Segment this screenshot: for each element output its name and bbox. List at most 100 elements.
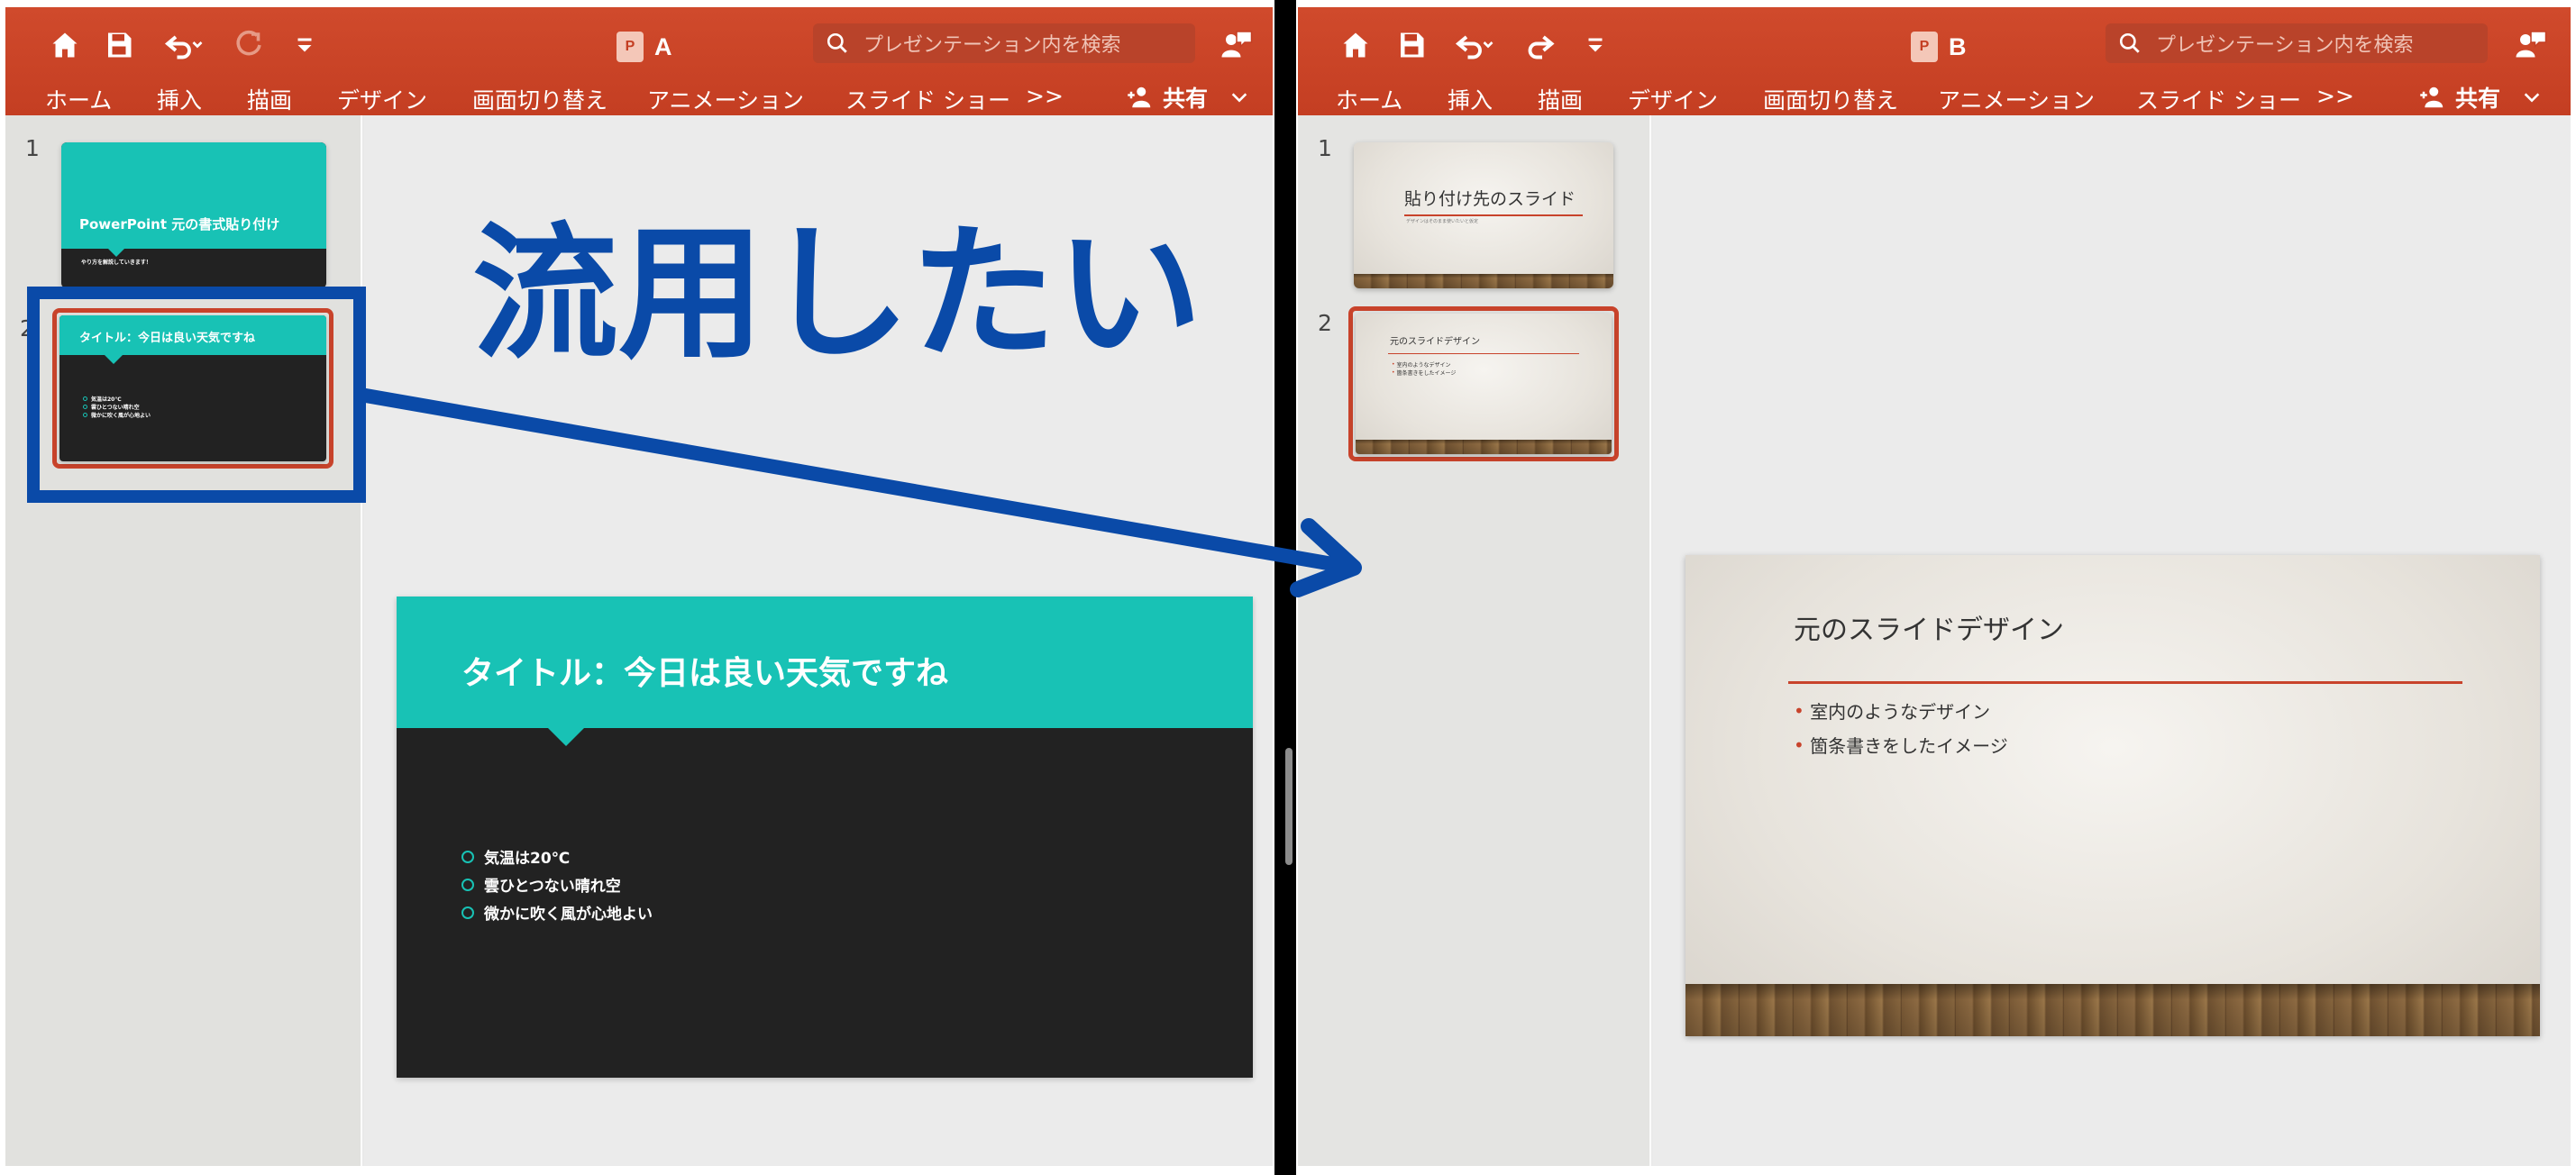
title-rule <box>1404 214 1583 216</box>
search-icon <box>2119 32 2140 53</box>
document-title: P A <box>617 29 672 65</box>
share-label: 共有 <box>1163 86 1209 112</box>
thumb-title: 貼り付け先のスライド <box>1404 189 1576 209</box>
bullet-text[interactable]: 雲ひとつない晴れ空 <box>484 873 621 896</box>
highlight-box <box>27 287 366 503</box>
search-placeholder: プレゼンテーション内を検索 <box>2156 34 2414 57</box>
customize-icon[interactable] <box>1576 25 1615 65</box>
bullet-text[interactable]: 気温は20℃ <box>484 845 570 868</box>
home-icon[interactable] <box>45 25 85 65</box>
thumb-subtitle: やり方を解説していきます！ <box>81 260 151 266</box>
slide-thumbnail-1[interactable]: PowerPoint 元の書式貼り付け やり方を解説していきます！ <box>61 142 326 288</box>
tab-transitions[interactable]: 画面切り替え <box>1763 83 1898 115</box>
redo-icon[interactable] <box>229 25 269 65</box>
slide-title[interactable]: 元のスライドデザイン <box>1794 607 2064 647</box>
tab-animations[interactable]: アニメーション <box>1938 83 2095 115</box>
slide-editing-canvas: 元のスライドデザイン • 室内のようなデザイン • 箇条書きをしたイメージ <box>1653 115 2571 1166</box>
more-tabs-button[interactable]: >> <box>1026 83 1064 109</box>
tab-slideshow[interactable]: スライド ショー <box>845 83 1010 115</box>
tab-home[interactable]: ホーム <box>45 83 112 115</box>
thumb-bullet-text: 箇条書きをしたイメージ <box>1396 370 1457 377</box>
tab-home[interactable]: ホーム <box>1336 83 1402 115</box>
search-input[interactable]: プレゼンテーション内を検索 <box>2106 23 2488 63</box>
slide-number: 1 <box>1318 135 1332 161</box>
customize-icon[interactable] <box>285 25 324 65</box>
chevron-down-icon[interactable] <box>2522 87 2542 107</box>
tab-insert[interactable]: 挿入 <box>1448 83 1493 115</box>
tab-animations[interactable]: アニメーション <box>647 83 804 115</box>
slide-number: 1 <box>25 135 40 161</box>
tab-transitions[interactable]: 画面切り替え <box>472 83 607 115</box>
bullet-text[interactable]: 箇条書きをしたイメージ <box>1810 732 2008 758</box>
search-input[interactable]: プレゼンテーション内を検索 <box>813 23 1195 63</box>
comments-icon[interactable] <box>2511 25 2551 65</box>
undo-icon[interactable] <box>1448 25 1502 65</box>
tab-draw[interactable]: 描画 <box>1538 83 1583 115</box>
bullet-marker: • <box>1794 699 1811 722</box>
tab-draw[interactable]: 描画 <box>247 83 292 115</box>
slide-title[interactable]: タイトル：今日は良い天気ですね <box>461 647 948 694</box>
add-person-icon <box>2420 87 2444 108</box>
wood-floor <box>1354 274 1613 288</box>
powerpoint-file-icon: P <box>1911 32 1938 62</box>
header-notch <box>108 249 124 257</box>
current-slide[interactable]: タイトル：今日は良い天気ですね 気温は20℃ 雲ひとつない晴れ空 微かに吹く風が… <box>397 597 1253 1078</box>
slide-bullet: • 室内のようなデザイン <box>1794 697 1990 724</box>
thumb-title: PowerPoint 元の書式貼り付け <box>79 216 280 232</box>
window-divider <box>1274 0 1296 1175</box>
bullet-text[interactable]: 微かに吹く風が心地よい <box>484 901 653 924</box>
tab-insert[interactable]: 挿入 <box>157 83 202 115</box>
add-person-icon <box>1128 87 1151 108</box>
header-notch <box>548 728 584 746</box>
slide-thumbnail-panel: 1 貼り付け先のスライド デザインはそのまま使いたいと仮定 2 元のスライドデザ… <box>1298 115 1651 1166</box>
slide-thumbnail-2[interactable]: 元のスライドデザイン • 室内のようなデザイン • 箇条書きをしたイメージ <box>1356 314 1612 454</box>
scrollbar-thumb[interactable] <box>1285 748 1293 865</box>
share-button[interactable]: 共有 <box>2419 81 2542 114</box>
tab-design[interactable]: デザイン <box>1628 83 1718 115</box>
current-slide[interactable]: 元のスライドデザイン • 室内のようなデザイン • 箇条書きをしたイメージ <box>1685 555 2540 1036</box>
thumb-title: 元のスライドデザイン <box>1390 337 1480 347</box>
share-button[interactable]: 共有 <box>1127 81 1249 114</box>
bullet-marker <box>461 878 474 891</box>
search-placeholder: プレゼンテーション内を検索 <box>863 34 1121 57</box>
undo-icon[interactable] <box>157 25 211 65</box>
tab-design[interactable]: デザイン <box>337 83 427 115</box>
annotation-label: 流用したい <box>472 210 1202 379</box>
chevron-down-icon[interactable] <box>1229 87 1249 107</box>
slide-bullet: 気温は20℃ <box>461 845 570 868</box>
slide-bullet: • 箇条書きをしたイメージ <box>1794 732 2008 758</box>
more-tabs-button[interactable]: >> <box>2316 83 2354 109</box>
redo-icon[interactable] <box>1520 25 1559 65</box>
share-label: 共有 <box>2455 86 2501 112</box>
slide-bullet: 雲ひとつない晴れ空 <box>461 873 621 896</box>
ribbon-tabs: ホーム 挿入 描画 デザイン 画面切り替え アニメーション スライド ショー >… <box>5 74 1273 114</box>
ribbon-header: P B プレゼンテーション内を検索 ホーム 挿入 描画 デザイン 画面切り替え … <box>1298 7 2571 115</box>
powerpoint-file-icon: P <box>617 32 644 62</box>
powerpoint-window-a: P A プレゼンテーション内を検索 ホーム 挿入 描画 デザイン 画面切り替え … <box>5 7 1273 1166</box>
thumb-subtitle: デザインはそのまま使いたいと仮定 <box>1406 219 1479 224</box>
save-icon[interactable] <box>99 25 139 65</box>
bullet-text[interactable]: 室内のようなデザイン <box>1810 697 1990 724</box>
bullet-marker <box>461 906 474 919</box>
home-icon[interactable] <box>1336 25 1375 65</box>
comments-icon[interactable] <box>1217 25 1256 65</box>
document-title-text: A <box>654 32 672 60</box>
document-title: P B <box>1911 29 1967 65</box>
thumb-bullet: • 箇条書きをしたイメージ <box>1392 369 1456 377</box>
powerpoint-window-b: P B プレゼンテーション内を検索 ホーム 挿入 描画 デザイン 画面切り替え … <box>1298 7 2571 1166</box>
tab-slideshow[interactable]: スライド ショー <box>2136 83 2301 115</box>
ribbon-header: P A プレゼンテーション内を検索 ホーム 挿入 描画 デザイン 画面切り替え … <box>5 7 1273 115</box>
bullet-marker: • <box>1794 733 1811 756</box>
title-rule <box>1388 353 1579 354</box>
save-icon[interactable] <box>1392 25 1431 65</box>
thumb-bullet: • 室内のようなデザイン <box>1392 360 1450 369</box>
wood-floor <box>1685 984 2540 1036</box>
slide-thumbnail-1[interactable]: 貼り付け先のスライド デザインはそのまま使いたいと仮定 <box>1354 142 1613 288</box>
document-title-text: B <box>1949 32 1967 60</box>
bullet-marker <box>461 850 474 863</box>
ribbon-tabs: ホーム 挿入 描画 デザイン 画面切り替え アニメーション スライド ショー >… <box>1298 74 2571 114</box>
slide-bullet: 微かに吹く風が心地よい <box>461 901 653 924</box>
slide-number: 2 <box>1318 310 1332 336</box>
thumb-bullet-text: 室内のようなデザイン <box>1396 362 1451 369</box>
wood-floor <box>1356 440 1612 454</box>
